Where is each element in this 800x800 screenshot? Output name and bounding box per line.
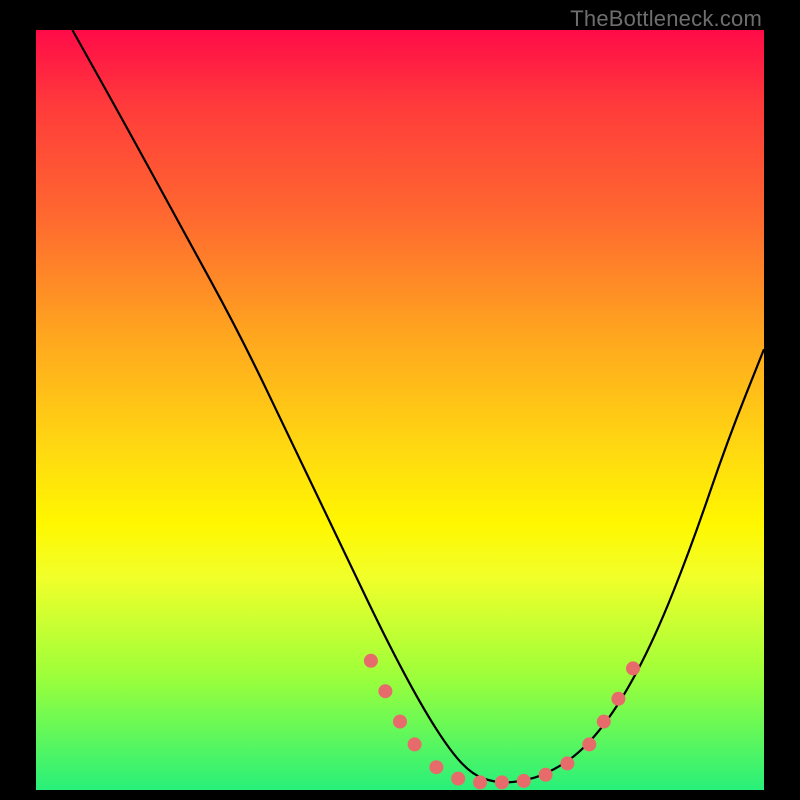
highlight-point <box>495 775 509 789</box>
highlight-point <box>364 654 378 668</box>
highlight-point <box>539 768 553 782</box>
highlight-point <box>517 774 531 788</box>
highlight-point <box>378 684 392 698</box>
highlight-point <box>582 737 596 751</box>
chart-svg <box>36 30 764 790</box>
highlight-point <box>611 692 625 706</box>
highlight-point <box>429 760 443 774</box>
highlight-point <box>626 661 640 675</box>
highlight-point <box>560 756 574 770</box>
highlight-point <box>393 715 407 729</box>
highlight-point <box>408 737 422 751</box>
highlight-point <box>473 775 487 789</box>
highlight-point <box>451 772 465 786</box>
watermark-text: TheBottleneck.com <box>570 6 762 32</box>
highlight-point <box>597 715 611 729</box>
bottleneck-curve-path <box>72 30 764 782</box>
chart-frame <box>36 30 764 790</box>
